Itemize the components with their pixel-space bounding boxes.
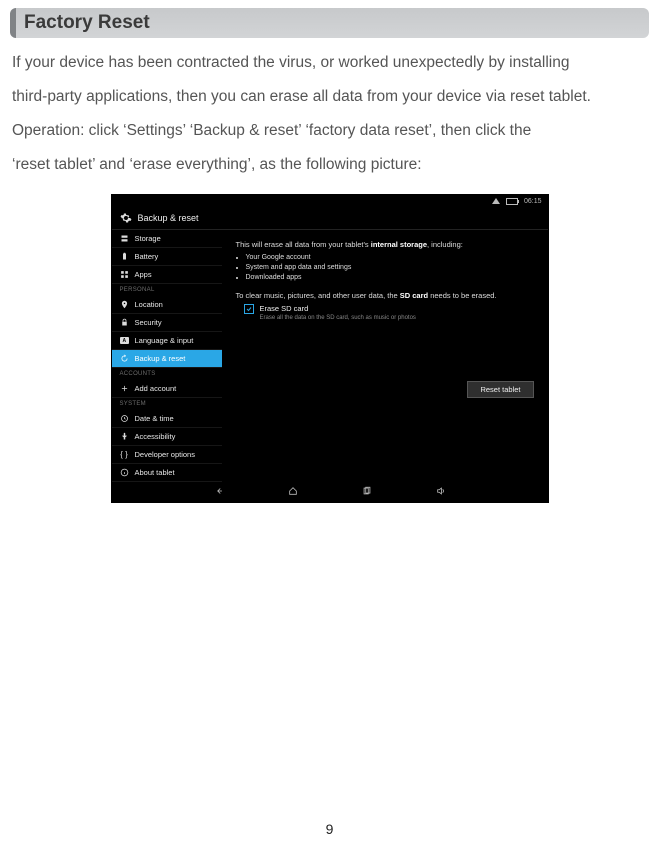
checkbox-subtext: Erase all the data on the SD card, such … [260,315,534,321]
backup-icon [120,354,129,363]
sidebar-item-label: Security [135,318,162,327]
info-icon [120,468,129,477]
sidebar-item-label: Apps [135,270,152,279]
reset-tablet-button[interactable]: Reset tablet [467,381,533,398]
content-pane: This will erase all data from your table… [222,230,548,482]
sidebar-item-accessibility[interactable]: Accessibility [112,428,222,446]
body-line-3: Operation: click ‘Settings’ ‘Backup & re… [12,114,647,148]
sidebar-item-developer[interactable]: { } Developer options [112,446,222,464]
plus-icon [120,384,129,393]
intro-text: This will erase all data from your table… [236,240,534,249]
location-icon [120,300,129,309]
lock-icon [120,318,129,327]
body-line-4: ‘reset tablet’ and ‘erase everything’, a… [12,148,647,182]
sidebar-item-location[interactable]: Location [112,296,222,314]
sidebar-item-apps[interactable]: Apps [112,266,222,284]
storage-icon [120,234,129,243]
title-bar: Backup & reset [112,207,548,230]
body-line-2: third-party applications, then you can e… [12,80,647,114]
erase-sd-checkbox-row[interactable]: Erase SD card [244,304,534,314]
sd-line: To clear music, pictures, and other user… [236,291,534,300]
home-icon[interactable] [286,486,300,499]
sidebar-item-label: Location [135,300,163,309]
gear-icon [120,212,132,224]
sidebar-item-language[interactable]: A Language & input [112,332,222,350]
sidebar-item-label: About tablet [135,468,175,477]
braces-icon: { } [120,450,129,459]
section-title: Factory Reset [24,12,641,34]
back-icon[interactable] [212,486,226,499]
sidebar-item-label: Storage [135,234,161,243]
section-header: Factory Reset [10,8,649,38]
list-item: System and app data and settings [246,263,534,273]
wifi-icon [492,198,500,204]
sidebar-item-label: Language & input [135,336,194,345]
tablet-screenshot: 06:15 Backup & reset Storage Battery [111,194,549,503]
page-number: 9 [0,821,659,837]
status-bar: 06:15 [112,195,548,207]
checkbox-label: Erase SD card [260,304,309,313]
erase-list: Your Google account System and app data … [236,253,534,282]
sidebar-item-label: Backup & reset [135,354,186,363]
body-line-1: If your device has been contracted the v… [12,46,647,80]
sidebar-item-label: Battery [135,252,159,261]
sidebar-item-security[interactable]: Security [112,314,222,332]
sidebar-item-battery[interactable]: Battery [112,248,222,266]
sidebar-item-date-time[interactable]: Date & time [112,410,222,428]
sidebar-section-system: SYSTEM [112,398,222,410]
sidebar-item-about[interactable]: About tablet [112,464,222,482]
recent-icon[interactable] [360,486,374,499]
language-icon: A [120,336,129,345]
sidebar-section-personal: PERSONAL [112,284,222,296]
hand-icon [120,432,129,441]
sidebar-section-accounts: ACCOUNTS [112,368,222,380]
nav-bar [112,482,548,502]
body-text: If your device has been contracted the v… [0,42,659,182]
sidebar-item-label: Add account [135,384,177,393]
list-item: Downloaded apps [246,273,534,283]
battery-item-icon [120,252,129,261]
sidebar-item-backup-reset[interactable]: Backup & reset [112,350,222,368]
apps-icon [120,270,129,279]
title-bar-label: Backup & reset [138,213,199,223]
settings-sidebar: Storage Battery Apps PERSONAL Location [112,230,222,482]
battery-icon [506,198,518,205]
clock-icon [120,414,129,423]
sidebar-item-storage[interactable]: Storage [112,230,222,248]
volume-icon[interactable] [434,486,448,499]
status-time: 06:15 [524,198,542,205]
sidebar-item-label: Developer options [135,450,195,459]
sidebar-item-label: Date & time [135,414,174,423]
checkbox-icon [244,304,254,314]
sidebar-item-add-account[interactable]: Add account [112,380,222,398]
sidebar-item-label: Accessibility [135,432,176,441]
list-item: Your Google account [246,253,534,263]
